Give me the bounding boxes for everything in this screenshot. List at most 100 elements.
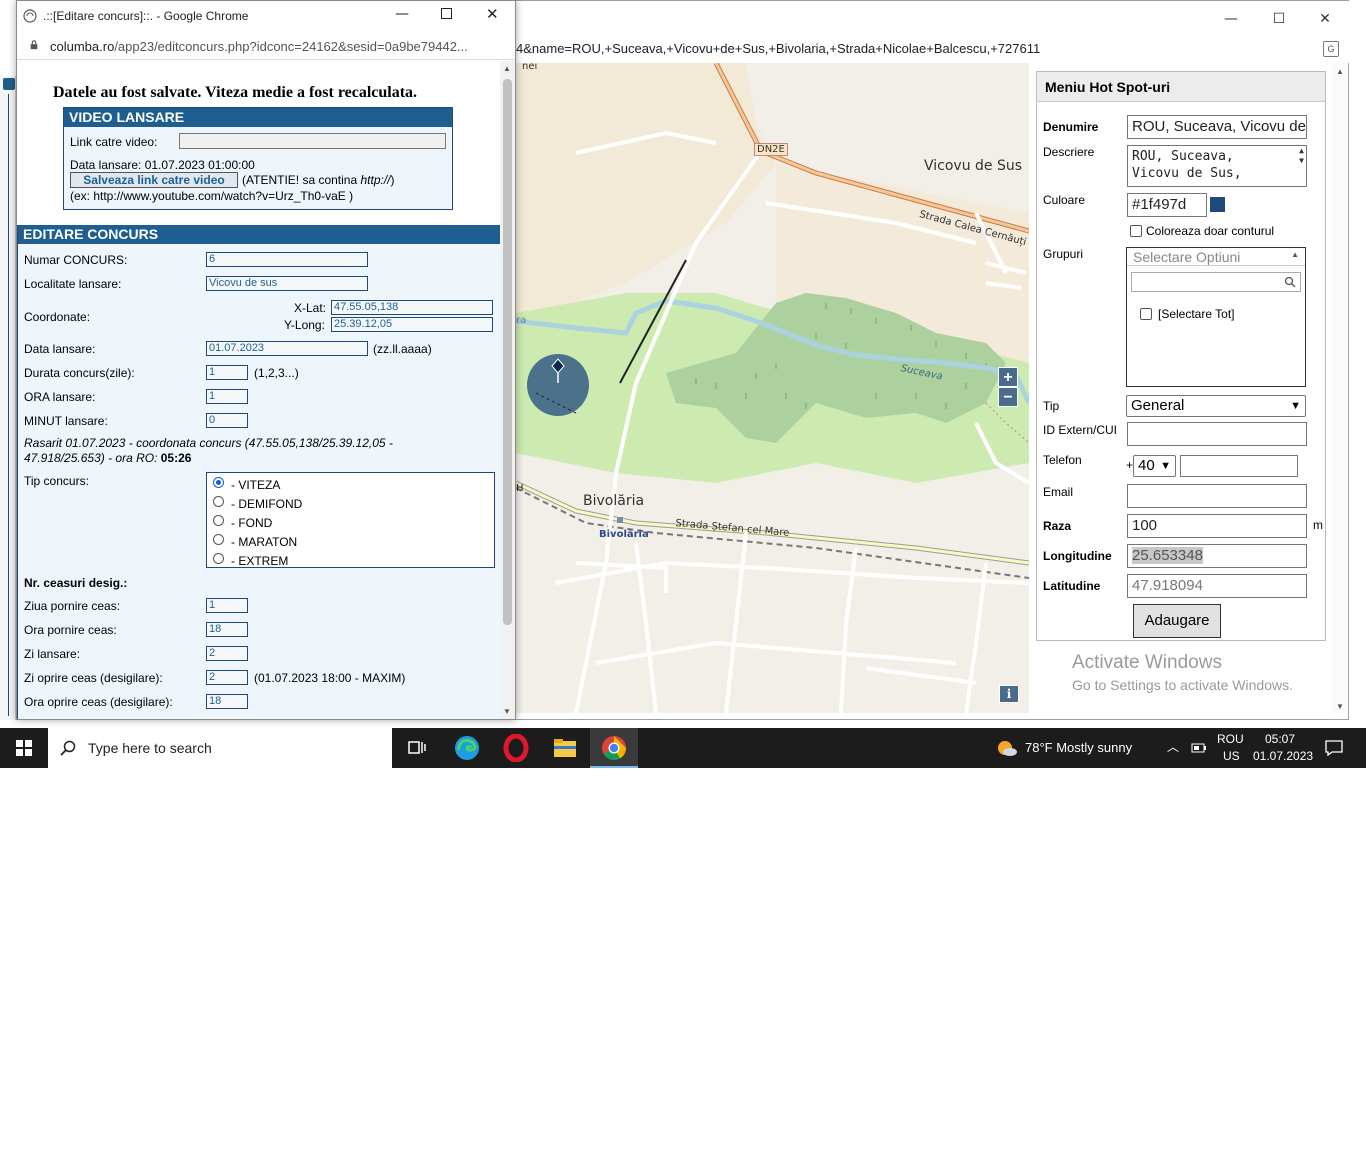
clock-time[interactable]: 05:07 [1265,732,1295,746]
ylong-input[interactable]: 25.39.12,05 [331,317,493,332]
background-address-bar[interactable]: 4&name=ROU,+Suceava,+Vicovu+de+Sus,+Bivo… [516,37,1349,63]
map-label-bivolaria-small: Bivolăria [599,529,649,540]
ora-pornire-input[interactable]: 18 [206,622,248,637]
taskbar-search-box[interactable]: Type here to search [48,728,392,768]
grupuri-search-input[interactable] [1131,272,1301,292]
weather-text[interactable]: 78°F Mostly sunny [1025,740,1132,755]
latitudine-input[interactable]: 47.918094 [1127,574,1307,598]
tray-expand-icon[interactable]: ︿ [1167,738,1179,755]
map-label-vicovu-de-sus: Vicovu de Sus [924,158,1023,174]
browser-icon [23,9,37,23]
scroll-down-icon[interactable]: ▼ [503,707,511,716]
radio-maraton[interactable] [213,534,224,545]
telefon-input[interactable] [1180,455,1298,477]
ziua-pornire-input[interactable]: 1 [206,598,248,613]
task-view-icon[interactable] [402,734,430,762]
zoom-out-button[interactable]: − [998,387,1018,407]
clock-date[interactable]: 01.07.2023 [1253,749,1313,763]
map-label-edge1: nei [522,63,538,72]
scroll-thumb[interactable] [503,79,512,625]
battery-icon[interactable] [1191,742,1207,754]
hotspot-menu-panel: Meniu Hot Spot-uri Denumire ROU, Suceava… [1036,71,1326,641]
selectare-tot-checkbox[interactable] [1140,308,1152,320]
chrome-icon[interactable] [600,734,628,762]
radio-viteza-label: - VITEZA [231,478,281,492]
video-example: (ex: http://www.youtube.com/watch?v=Urz_… [70,189,354,203]
activate-windows-subtitle: Go to Settings to activate Windows. [1072,677,1293,693]
popup-address-bar[interactable]: columba.ro/app23/editconcurs.php?idconc=… [17,32,515,60]
popup-minimize-button[interactable]: — [395,6,409,22]
minimize-button[interactable]: — [1208,7,1254,31]
xlat-label: X-Lat: [294,301,327,315]
numar-concurs-label: Numar CONCURS: [24,253,128,267]
radio-fond[interactable] [213,515,224,526]
video-link-input[interactable] [179,133,446,149]
save-video-link-button[interactable]: Salveaza link catre video [70,172,238,188]
edge-icon[interactable] [453,734,481,762]
popup-scrollbar[interactable]: ▲ ▼ [500,61,515,719]
language-primary[interactable]: ROU [1217,732,1244,746]
map-view[interactable]: nei Vicovu de Sus DN2E Strada Calea Cern… [516,63,1029,713]
translate-icon[interactable]: G [1323,41,1339,57]
scroll-up-icon[interactable]: ▲ [503,64,511,73]
longitudine-input[interactable]: 25.653348 [1127,544,1307,568]
ora-lansare-input[interactable]: 1 [206,389,248,404]
textarea-scroll-icon[interactable]: ▲ ▼ [1299,146,1304,166]
background-browser-window: — ☐ ✕ 4&name=ROU,+Suceava,+Vicovu+de+Sus… [516,0,1349,720]
raza-input[interactable]: 100 [1127,514,1307,538]
grupuri-dropdown-icon[interactable]: ▲ [1291,250,1299,259]
radio-viteza[interactable] [213,477,224,488]
maximize-button[interactable]: ☐ [1256,7,1302,31]
notification-icon[interactable] [1325,740,1343,756]
radio-extrem[interactable] [213,553,224,564]
numar-concurs-input[interactable]: 6 [206,252,368,267]
lock-icon [30,40,38,50]
video-warning: (ATENTIE! sa contina http://) [242,173,395,187]
close-button[interactable]: ✕ [1302,7,1348,31]
coloreaza-checkbox[interactable] [1130,225,1142,237]
ora-oprire-label: Ora oprire ceas (desigilare): [24,695,173,709]
descriere-textarea[interactable]: ROU, Suceava, Vicovu de Sus, ▲ ▼ [1127,145,1307,187]
durata-input[interactable]: 1 [206,365,248,380]
grupuri-multiselect[interactable]: Selectare Optiuni ▲ [Selectare Tot] [1126,247,1306,387]
tip-concurs-options: - VITEZA - DEMIFOND - FOND - MARATON - E… [206,472,495,568]
longitudine-label: Longitudine [1043,549,1112,563]
localitate-input[interactable]: Vicovu de sus [206,276,368,291]
zi-lansare-input[interactable]: 2 [206,646,248,661]
page-scrollbar[interactable]: ▲ ▼ [1332,63,1347,713]
data-format-note: (zz.ll.aaaa) [373,342,432,356]
zi-oprire-label: Zi oprire ceas (desigilare): [24,671,163,685]
language-secondary[interactable]: US [1223,749,1240,763]
telefon-label: Telefon [1043,453,1082,467]
popup-close-button[interactable]: ✕ [486,5,499,23]
file-explorer-icon[interactable] [551,734,579,762]
data-lansare-input[interactable]: 01.07.2023 [206,341,368,356]
color-swatch[interactable] [1210,197,1225,212]
opera-icon[interactable] [502,734,530,762]
id-extern-input[interactable] [1127,422,1307,446]
zi-oprire-input[interactable]: 2 [206,670,248,685]
xlat-input[interactable]: 47.55.05,138 [331,300,493,315]
ora-pornire-label: Ora pornire ceas: [24,623,117,637]
search-icon [1284,276,1296,288]
background-window-edge [0,76,16,720]
radio-demifond[interactable] [213,496,224,507]
adaugare-button[interactable]: Adaugare [1133,604,1221,638]
hotspot-menu-title: Meniu Hot Spot-uri [1037,72,1325,102]
zoom-in-button[interactable]: + [998,367,1018,387]
weather-sunny-icon[interactable] [996,738,1018,758]
culoare-input[interactable]: #1f497d [1127,193,1207,217]
coordonate-label: Coordonate: [24,310,91,324]
ora-oprire-input[interactable]: 18 [206,694,248,709]
coloreaza-label: Coloreaza doar conturul [1146,224,1275,238]
windows-start-icon[interactable] [16,740,32,756]
raza-label: Raza [1043,519,1072,533]
denumire-input[interactable]: ROU, Suceava, Vicovu de [1127,115,1307,139]
minut-lansare-input[interactable]: 0 [206,413,248,428]
tip-select[interactable]: General ▼ [1126,395,1306,417]
map-info-button[interactable]: i [999,685,1019,703]
tip-select-value: General [1131,397,1185,414]
popup-maximize-button[interactable] [441,8,452,19]
email-input[interactable] [1127,484,1307,508]
telefon-code-select[interactable]: 40 ▼ [1133,455,1176,477]
